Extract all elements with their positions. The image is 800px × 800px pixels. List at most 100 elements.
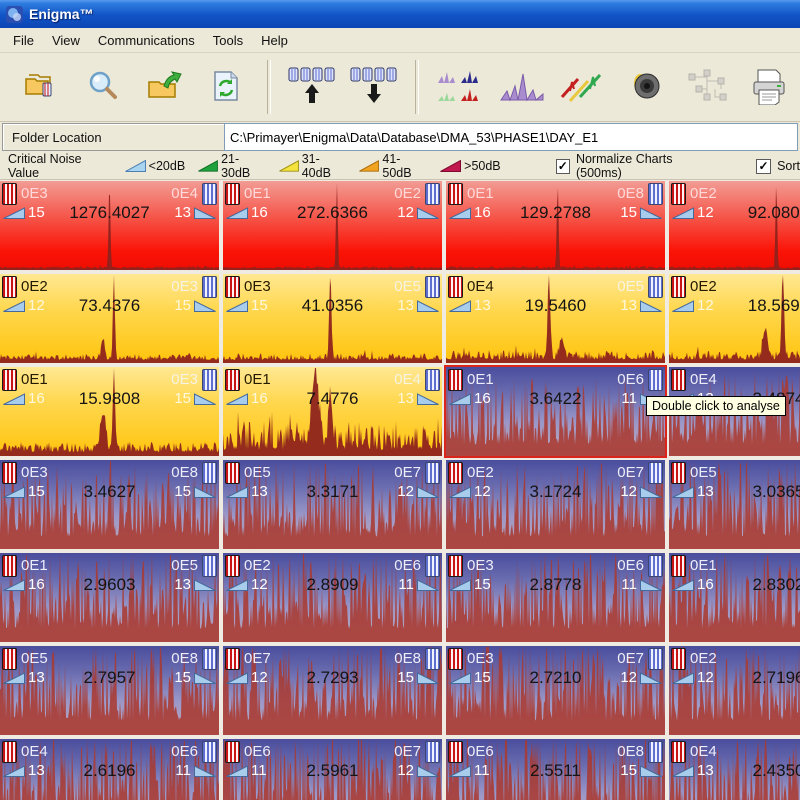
tile-values: 3.64221611 (446, 390, 665, 407)
upload-loggers-button[interactable] (281, 59, 343, 115)
chart-tile-0E1-0E3[interactable]: 0E10E315.98081615 (0, 367, 219, 456)
logger-id-left: 0E4 (21, 743, 48, 760)
chart-tile-0E4-x[interactable]: 0E4 2.435013 (669, 739, 800, 800)
refresh-button[interactable] (195, 59, 257, 115)
download-loggers-button[interactable] (343, 59, 405, 115)
waterfall-view-button[interactable] (553, 59, 615, 115)
correlation-value: 2.7210 (446, 668, 665, 688)
chart-tile-0E7-0E8[interactable]: 0E70E82.72931215 (223, 646, 442, 735)
chart-tile-0E1-0E4[interactable]: 0E10E47.47761613 (223, 367, 442, 456)
tile-values: 1276.40271513 (0, 204, 219, 221)
title-bar[interactable]: Enigma™ (0, 0, 800, 28)
correlation-value: 2.6196 (0, 761, 219, 781)
chart-tile-0E3-0E6[interactable]: 0E30E62.87781511 (446, 553, 665, 642)
network-view-button[interactable] (676, 59, 738, 115)
logger-id-right: 0E7 (394, 464, 421, 481)
tile-values: 2.96031613 (0, 576, 219, 593)
tile-values: 73.43761215 (0, 297, 219, 314)
folder-arrow-icon (144, 68, 184, 107)
tile-values: 2.830216 (669, 576, 800, 593)
chart-tile-0E1-0E2[interactable]: 0E10E2272.63661612 (223, 181, 442, 270)
correlation-value: 272.6366 (223, 203, 442, 223)
multi-chart-view-button[interactable] (429, 59, 491, 115)
chart-tile-0E1-0E6[interactable]: 0E10E63.64221611 (446, 367, 665, 456)
menu-item-communications[interactable]: Communications (89, 30, 204, 51)
logger-id-left: 0E5 (244, 464, 271, 481)
legend-item-label: 31-40dB (302, 152, 347, 180)
chart-tile-0E3-0E8[interactable]: 0E30E83.46271515 (0, 460, 219, 549)
logger-id-right: 0E7 (617, 464, 644, 481)
correlation-value: 3.3171 (223, 482, 442, 502)
menu-item-help[interactable]: Help (252, 30, 297, 51)
tile-values: 2.435013 (669, 762, 800, 779)
logger-id-left: 0E2 (21, 278, 48, 295)
logger-id-right: 0E8 (171, 464, 198, 481)
chart-tile-0E6-0E8[interactable]: 0E60E82.55111115 (446, 739, 665, 800)
chart-tile-0E5-x[interactable]: 0E53.036513 (669, 460, 800, 549)
audio-playback-button[interactable] (615, 59, 677, 115)
chart-tile-0E5-0E8[interactable]: 0E50E82.79571315 (0, 646, 219, 735)
chart-tile-0E3-0E5[interactable]: 0E30E541.03561513 (223, 274, 442, 363)
logger-id-left: 0E6 (467, 743, 494, 760)
enigma-window: Enigma™ FileViewCommunicationsToolsHelp … (0, 0, 800, 800)
chart-tile-0E1-x[interactable]: 0E12.830216 (669, 553, 800, 642)
export-folder-button[interactable] (134, 59, 196, 115)
browse-folders-button[interactable] (10, 59, 72, 115)
tile-values: 272.63661612 (223, 204, 442, 221)
refresh-icon (206, 68, 246, 107)
legend-triangle-icon (359, 160, 379, 172)
logger-id-right: 0E5 (394, 278, 421, 295)
chart-tile-0E2-0E6[interactable]: 0E20E62.89091211 (223, 553, 442, 642)
print-button[interactable] (738, 59, 800, 115)
correlation-value: 2.7293 (223, 668, 442, 688)
chart-tile-0E1-0E5[interactable]: 0E10E52.96031613 (0, 553, 219, 642)
correlation-value: 18.5690 (669, 296, 800, 316)
logger-id-left: 0E3 (467, 557, 494, 574)
chart-tile-0E2-x[interactable]: 0E22.719612 (669, 646, 800, 735)
chart-tile-0E4-0E6[interactable]: 0E40E62.61961311 (0, 739, 219, 800)
correlation-value: 92.0801 (669, 203, 800, 223)
legend-bar: Critical Noise Value <20dB21-30dB31-40dB… (0, 153, 800, 180)
checkbox-sort[interactable]: ✓Sort (756, 159, 800, 174)
network-icon (685, 67, 729, 108)
loggers-up-icon (286, 65, 338, 110)
chart-tile-0E1-0E8[interactable]: 0E10E8129.27881615 (446, 181, 665, 270)
logger-id-left: 0E4 (690, 371, 717, 388)
loggers-down-icon (348, 65, 400, 110)
chart-tile-0E2-x[interactable]: 0E292.080112 (669, 181, 800, 270)
logger-id-left: 0E4 (690, 743, 717, 760)
tile-values: 2.719612 (669, 669, 800, 686)
toolbar-separator (267, 60, 271, 114)
waterfall-icon (560, 67, 608, 108)
logger-id-left: 0E1 (244, 371, 271, 388)
logger-id-left: 0E2 (690, 278, 717, 295)
menu-item-view[interactable]: View (43, 30, 89, 51)
checkbox-box[interactable]: ✓ (756, 159, 771, 174)
chart-tile-0E6-0E7[interactable]: 0E60E72.59611112 (223, 739, 442, 800)
correlation-value: 41.0356 (223, 296, 442, 316)
legend-triangle-icon (440, 160, 461, 172)
chart-tile-0E3-0E7[interactable]: 0E30E72.72101512 (446, 646, 665, 735)
chart-tile-0E2-x[interactable]: 0E218.569012 (669, 274, 800, 363)
chart-tile-0E4-0E5[interactable]: 0E40E519.54601313 (446, 274, 665, 363)
correlation-value: 2.8302 (669, 575, 800, 595)
chart-tile-0E2-0E3[interactable]: 0E20E373.43761215 (0, 274, 219, 363)
checkbox-box[interactable]: ✓ (556, 159, 570, 174)
search-button[interactable] (72, 59, 134, 115)
folder-path-field[interactable]: C:\Primayer\Enigma\Data\Database\DMA_53\… (224, 123, 798, 151)
logger-id-left: 0E2 (690, 185, 717, 202)
chart-tile-0E3-0E4[interactable]: 0E30E41276.40271513 (0, 181, 219, 270)
chart-tile-0E2-0E7[interactable]: 0E20E73.17241212 (446, 460, 665, 549)
menu-item-file[interactable]: File (4, 30, 43, 51)
speaker-icon (626, 68, 666, 107)
checkbox-normalize-charts[interactable]: ✓ Normalize Charts (500ms) (556, 152, 714, 180)
logger-id-left: 0E7 (244, 650, 271, 667)
logger-id-right: 0E6 (171, 743, 198, 760)
chart-tile-0E5-0E7[interactable]: 0E50E73.31711312 (223, 460, 442, 549)
correlation-value: 2.7957 (0, 668, 219, 688)
correlation-value: 2.4350 (669, 761, 800, 781)
legend-triangle-icon (279, 160, 299, 172)
menu-item-tools[interactable]: Tools (204, 30, 252, 51)
checkbox-label: Normalize Charts (500ms) (576, 152, 714, 180)
single-chart-view-button[interactable] (491, 59, 553, 115)
